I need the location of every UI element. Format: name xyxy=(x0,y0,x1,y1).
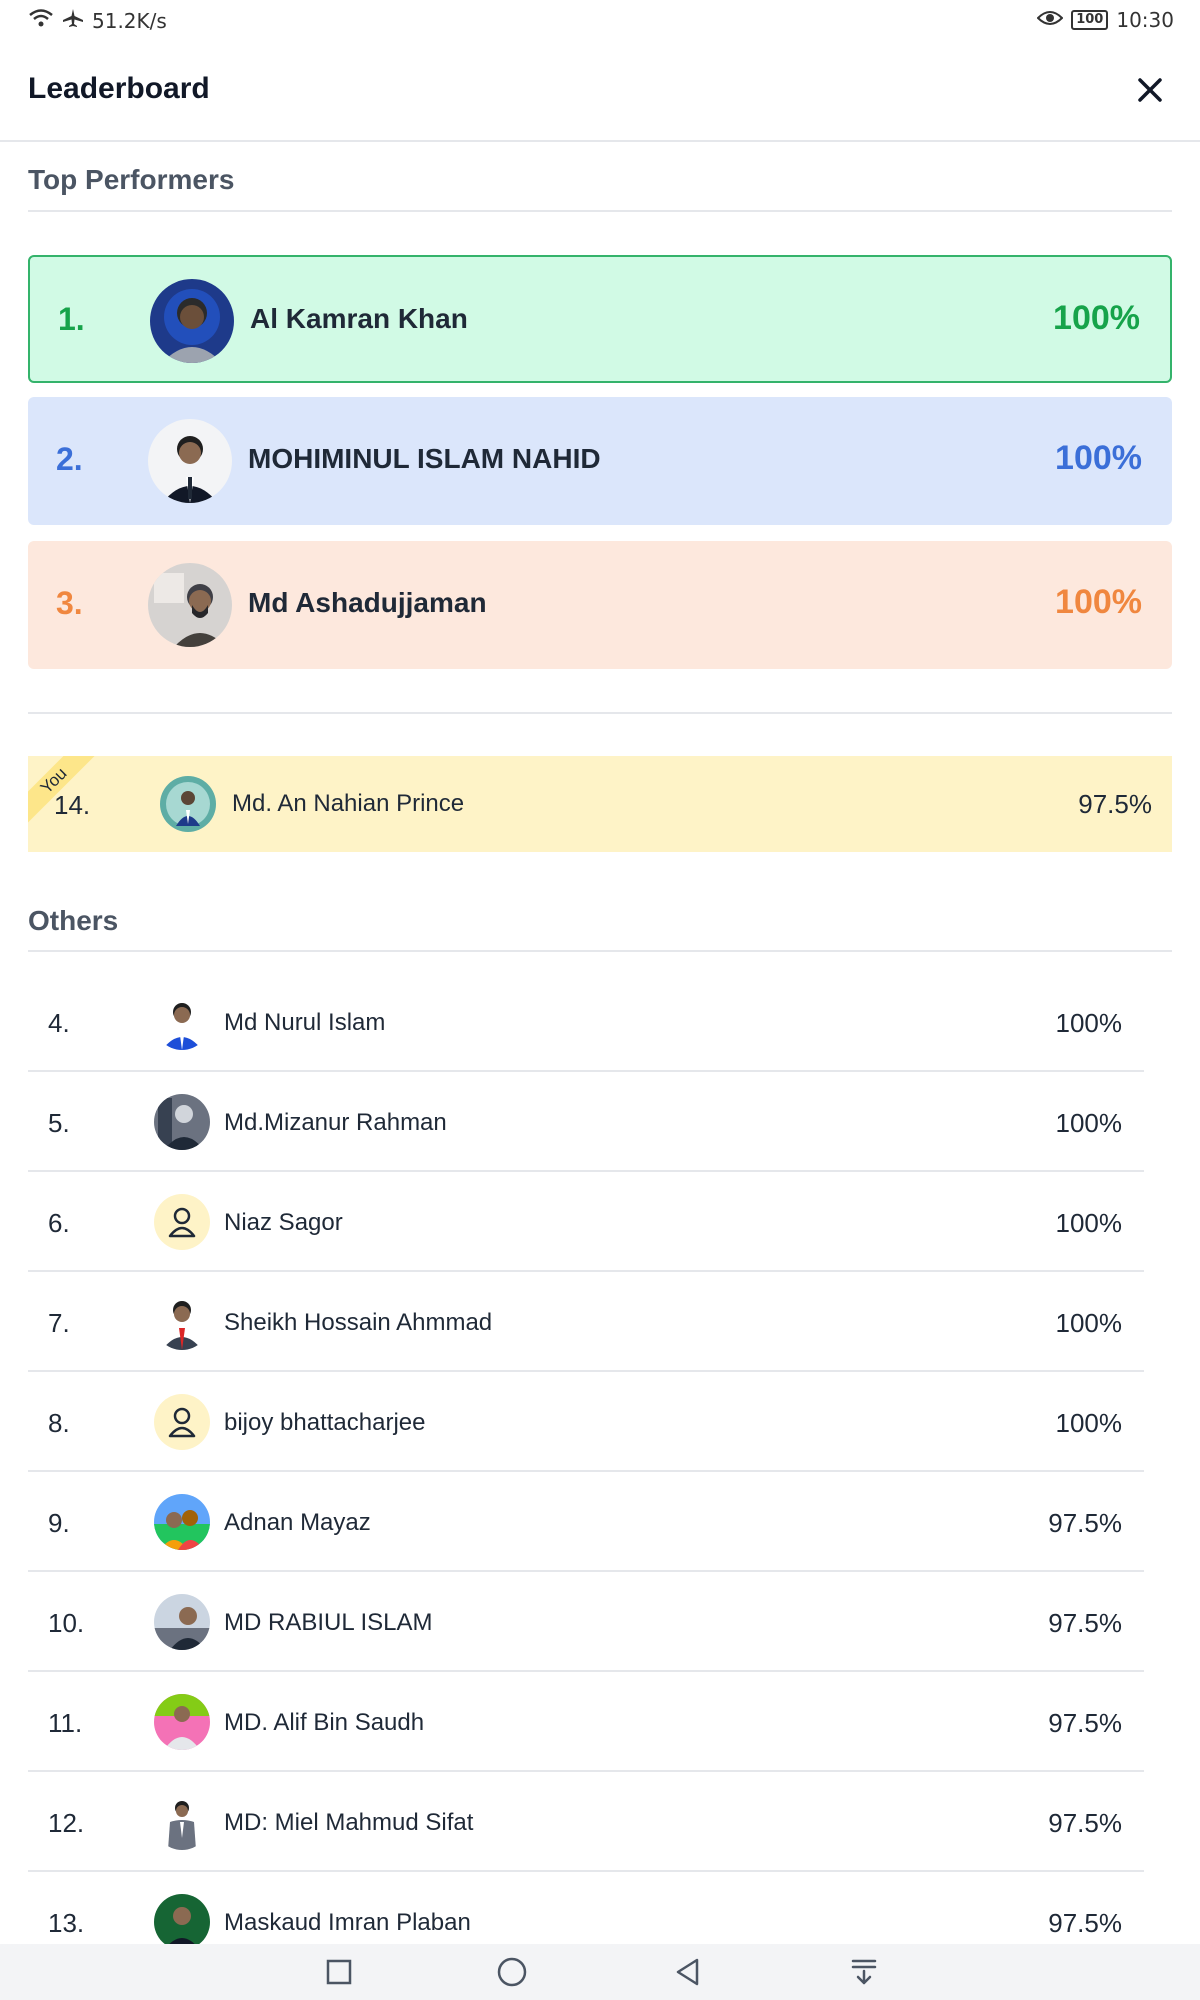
back-icon[interactable] xyxy=(673,1957,703,1987)
home-button[interactable] xyxy=(494,1954,530,1990)
list-item-name: Sheikh Hossain Ahmmad xyxy=(224,1309,493,1336)
list-item[interactable]: 4. Md Nurul Islam 100% xyxy=(28,972,1144,1072)
status-left: 51.2K/s xyxy=(28,8,167,33)
rank-label: 4. xyxy=(48,1008,70,1038)
airplane-icon xyxy=(62,8,84,33)
rank-label: 3. xyxy=(56,585,83,621)
avatar xyxy=(154,1494,210,1550)
divider xyxy=(28,712,1172,714)
list-item-name: bijoy bhattacharjee xyxy=(224,1409,426,1436)
network-speed: 51.2K/s xyxy=(92,8,167,33)
top-performer-card-2[interactable]: 2. MOHIMINUL ISLAM NAHID 100% xyxy=(28,397,1172,525)
clock: 10:30 xyxy=(1116,8,1174,32)
avatar xyxy=(150,279,234,363)
list-item-name: MD. Alif Bin Saudh xyxy=(224,1709,425,1736)
list-item[interactable]: 10. MD RABIUL ISLAM 97.5% xyxy=(28,1572,1144,1672)
list-item-name: Niaz Sagor xyxy=(224,1209,343,1236)
notification-pull-button[interactable] xyxy=(846,1954,882,1990)
status-bar: 51.2K/s 100 10:30 xyxy=(0,0,1200,44)
list-item-name: MD: Miel Mahmud Sifat xyxy=(224,1809,474,1836)
list-item-score: 100% xyxy=(1055,1008,1123,1038)
avatar xyxy=(154,1094,210,1150)
close-button[interactable] xyxy=(1128,68,1172,112)
current-user-name: Md. An Nahian Prince xyxy=(232,790,465,817)
performer-score: 100% xyxy=(1055,583,1142,621)
divider xyxy=(28,950,1172,952)
list-item[interactable]: 5. Md.Mizanur Rahman 100% xyxy=(28,1072,1144,1172)
list-item-name: Md.Mizanur Rahman xyxy=(224,1109,447,1136)
wifi-icon xyxy=(28,8,54,33)
recent-apps-button[interactable] xyxy=(321,1954,357,1990)
avatar xyxy=(148,563,232,647)
rank-label: 13. xyxy=(48,1908,85,1938)
status-right: 100 10:30 xyxy=(1036,8,1174,32)
others-title: Others xyxy=(28,905,119,936)
list-item-score: 100% xyxy=(1055,1208,1123,1238)
page-title: Leaderboard xyxy=(28,72,210,105)
rank-label: 12. xyxy=(48,1808,85,1838)
recent-apps-icon[interactable] xyxy=(325,1958,353,1986)
avatar xyxy=(148,419,232,503)
avatar xyxy=(154,1294,210,1350)
user-icon xyxy=(154,1194,210,1250)
list-item-name: Adnan Mayaz xyxy=(224,1509,371,1536)
performer-name: MOHIMINUL ISLAM NAHID xyxy=(248,443,601,474)
rank-label: 11. xyxy=(48,1708,83,1738)
performer-name: Md Ashadujjaman xyxy=(248,587,487,618)
list-item[interactable]: 12. MD: Miel Mahmud Sifat 97.5% xyxy=(28,1772,1144,1872)
list-item[interactable]: 6. Niaz Sagor 100% xyxy=(28,1172,1144,1272)
list-item-score: 100% xyxy=(1055,1108,1123,1138)
current-user-row[interactable]: You 14. Md. An Nahian Prince 97.5% xyxy=(28,756,1172,852)
rank-label: 7. xyxy=(48,1308,70,1338)
list-item-score: 97.5% xyxy=(1048,1808,1122,1838)
list-item[interactable]: 11. MD. Alif Bin Saudh 97.5% xyxy=(28,1672,1144,1772)
rank-label: 6. xyxy=(48,1208,70,1238)
user-icon xyxy=(154,1394,210,1450)
eye-icon xyxy=(1036,8,1064,32)
rank-label: 2. xyxy=(56,441,83,477)
avatar xyxy=(154,994,210,1050)
close-icon[interactable] xyxy=(1136,76,1164,104)
divider xyxy=(28,210,1172,212)
avatar xyxy=(154,1794,210,1850)
rank-label: 1. xyxy=(58,301,85,337)
avatar xyxy=(154,1594,210,1650)
list-item-score: 97.5% xyxy=(1048,1708,1122,1738)
performer-name: Al Kamran Khan xyxy=(250,303,468,334)
home-icon[interactable] xyxy=(496,1956,528,1988)
avatar xyxy=(160,776,216,832)
performer-score: 100% xyxy=(1055,439,1142,477)
list-item[interactable]: 9. Adnan Mayaz 97.5% xyxy=(28,1472,1144,1572)
battery-icon: 100 xyxy=(1071,10,1109,30)
list-item[interactable]: 7. Sheikh Hossain Ahmmad 100% xyxy=(28,1272,1144,1372)
system-nav-bar xyxy=(0,1944,1200,2000)
list-item-name: Md Nurul Islam xyxy=(224,1009,386,1036)
notification-pull-icon[interactable] xyxy=(849,1957,879,1987)
avatar xyxy=(154,1894,210,1950)
current-user-score: 97.5% xyxy=(1078,789,1152,819)
top-performer-card-1[interactable]: 1. Al Kamran Khan 100% xyxy=(28,255,1172,383)
rank-label: 9. xyxy=(48,1508,70,1538)
performer-score: 100% xyxy=(1053,299,1140,337)
list-item-score: 100% xyxy=(1055,1308,1123,1338)
list-item[interactable]: 8. bijoy bhattacharjee 100% xyxy=(28,1372,1144,1472)
list-item-score: 97.5% xyxy=(1048,1608,1122,1638)
list-item-name: MD RABIUL ISLAM xyxy=(224,1609,433,1636)
list-item-score: 97.5% xyxy=(1048,1908,1122,1938)
back-button[interactable] xyxy=(670,1954,706,1990)
rank-label: 5. xyxy=(48,1108,70,1138)
list-item-score: 97.5% xyxy=(1048,1508,1122,1538)
top-performers-title: Top Performers xyxy=(28,164,235,195)
header: Leaderboard xyxy=(0,44,1200,142)
rank-label: 8. xyxy=(48,1408,70,1438)
list-item-name: Maskaud Imran Plaban xyxy=(224,1909,471,1936)
rank-label: 10. xyxy=(48,1608,85,1638)
avatar xyxy=(154,1694,210,1750)
top-performer-card-3[interactable]: 3. Md Ashadujjaman 100% xyxy=(28,541,1172,669)
rank-label: 14. xyxy=(54,790,91,820)
list-item-score: 100% xyxy=(1055,1408,1123,1438)
